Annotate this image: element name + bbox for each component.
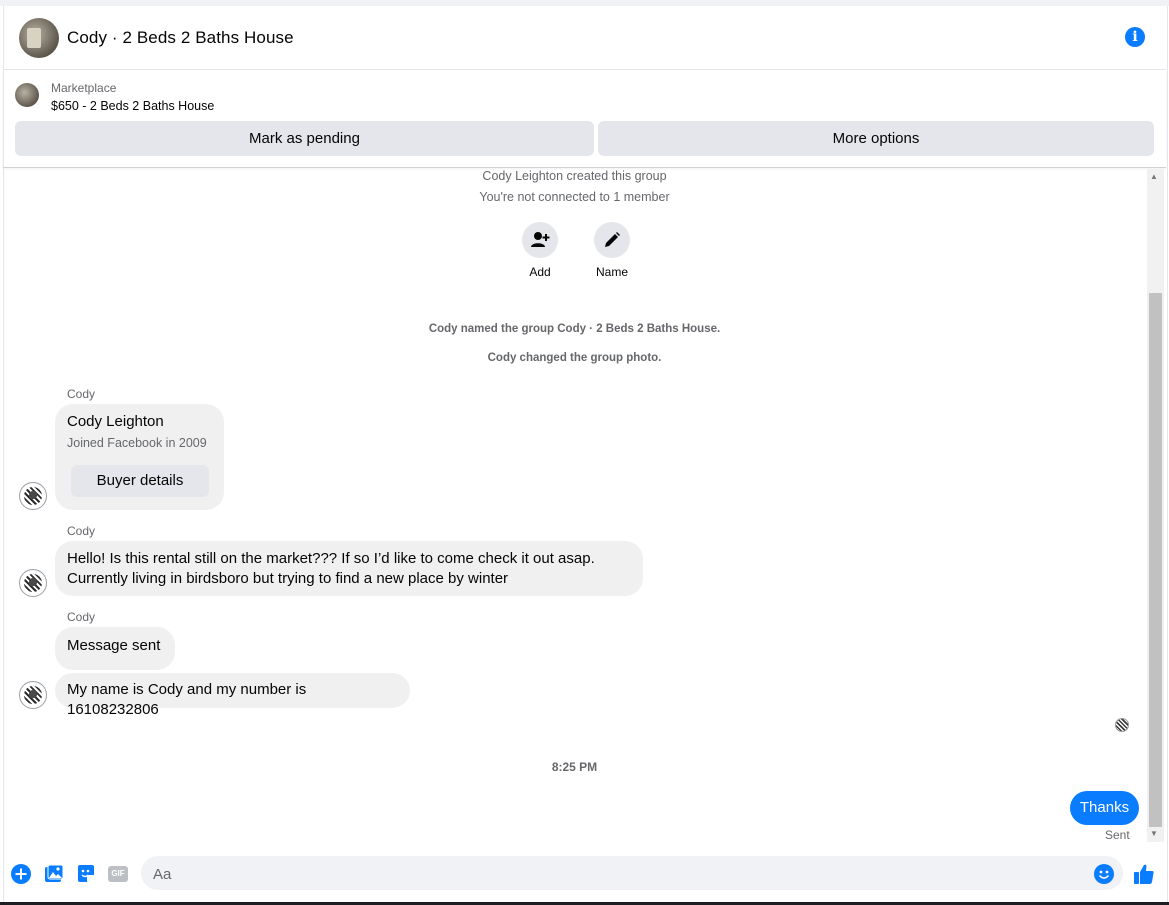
add-label: Add: [529, 265, 551, 279]
timestamp: 8:25 PM: [551, 760, 598, 774]
buyer-card: Cody Leighton Joined Facebook in 2009 Bu…: [55, 404, 224, 510]
gif-icon[interactable]: GIF: [107, 863, 129, 885]
connection-notice: You're not connected to 1 member: [479, 190, 670, 204]
message-bubble[interactable]: Hello! Is this rental still on the marke…: [55, 541, 643, 596]
pencil-icon[interactable]: [594, 222, 630, 258]
mark-as-pending-button[interactable]: Mark as pending: [15, 121, 594, 156]
message-bubble[interactable]: My name is Cody and my number is 1610823…: [55, 673, 410, 718]
avatar[interactable]: [19, 569, 47, 597]
gif-label: GIF: [108, 866, 128, 882]
emoji-icon[interactable]: [1093, 863, 1115, 885]
info-icon[interactable]: i: [1125, 27, 1145, 47]
group-avatar[interactable]: [19, 18, 59, 58]
group-created-notice: Cody Leighton created this group: [482, 169, 667, 183]
message-text: Thanks: [1079, 799, 1130, 816]
message-text: Message sent: [67, 637, 161, 654]
listing-title[interactable]: $650 - 2 Beds 2 Baths House: [51, 99, 214, 113]
message-bubble[interactable]: Message sent: [55, 627, 175, 670]
buyer-details-button[interactable]: Buyer details: [71, 465, 209, 497]
sent-status: Sent: [1105, 828, 1130, 842]
my-message-bubble[interactable]: Thanks: [1070, 791, 1139, 825]
add-member-action[interactable]: Add: [510, 222, 570, 279]
avatar[interactable]: [19, 681, 47, 709]
more-options-button[interactable]: More options: [598, 121, 1154, 156]
name-label: Name: [595, 265, 628, 279]
message-text-line: Currently living in birdsboro but trying…: [67, 570, 509, 587]
chat-title[interactable]: Cody · 2 Beds 2 Baths House: [67, 28, 294, 48]
name-group-action[interactable]: Name: [582, 222, 642, 279]
add-person-icon[interactable]: [522, 222, 558, 258]
buyer-joined: Joined Facebook in 2009: [67, 436, 207, 450]
sender-name: Cody: [67, 610, 96, 624]
plus-icon[interactable]: [10, 863, 32, 885]
listing-thumbnail[interactable]: [15, 83, 39, 107]
group-photo-notice: Cody changed the group photo.: [487, 352, 662, 364]
sender-name: Cody: [67, 387, 96, 401]
thumbs-up-icon[interactable]: [1133, 863, 1155, 885]
message-text-line: Hello! Is this rental still on the marke…: [67, 550, 595, 567]
sender-name: Cody: [67, 524, 96, 538]
buyer-name: Cody Leighton: [67, 413, 164, 430]
marketplace-panel: Marketplace $650 - 2 Beds 2 Baths House …: [3, 70, 1166, 168]
image-icon[interactable]: [43, 863, 65, 885]
marketplace-label: Marketplace: [51, 81, 117, 95]
read-receipt-avatar: [1115, 718, 1129, 732]
message-input-wrapper[interactable]: [141, 856, 1123, 892]
avatar[interactable]: [19, 482, 47, 510]
group-named-notice: Cody named the group Cody · 2 Beds 2 Bat…: [428, 323, 721, 335]
message-input[interactable]: [151, 856, 1075, 892]
sticker-icon[interactable]: [75, 863, 97, 885]
scrollbar-thumb[interactable]: [1149, 293, 1162, 827]
chat-header: Cody · 2 Beds 2 Baths House i: [3, 6, 1166, 70]
scroll-down-arrow-icon[interactable]: ▼: [1150, 829, 1158, 838]
composer-bar: GIF: [3, 852, 1166, 900]
